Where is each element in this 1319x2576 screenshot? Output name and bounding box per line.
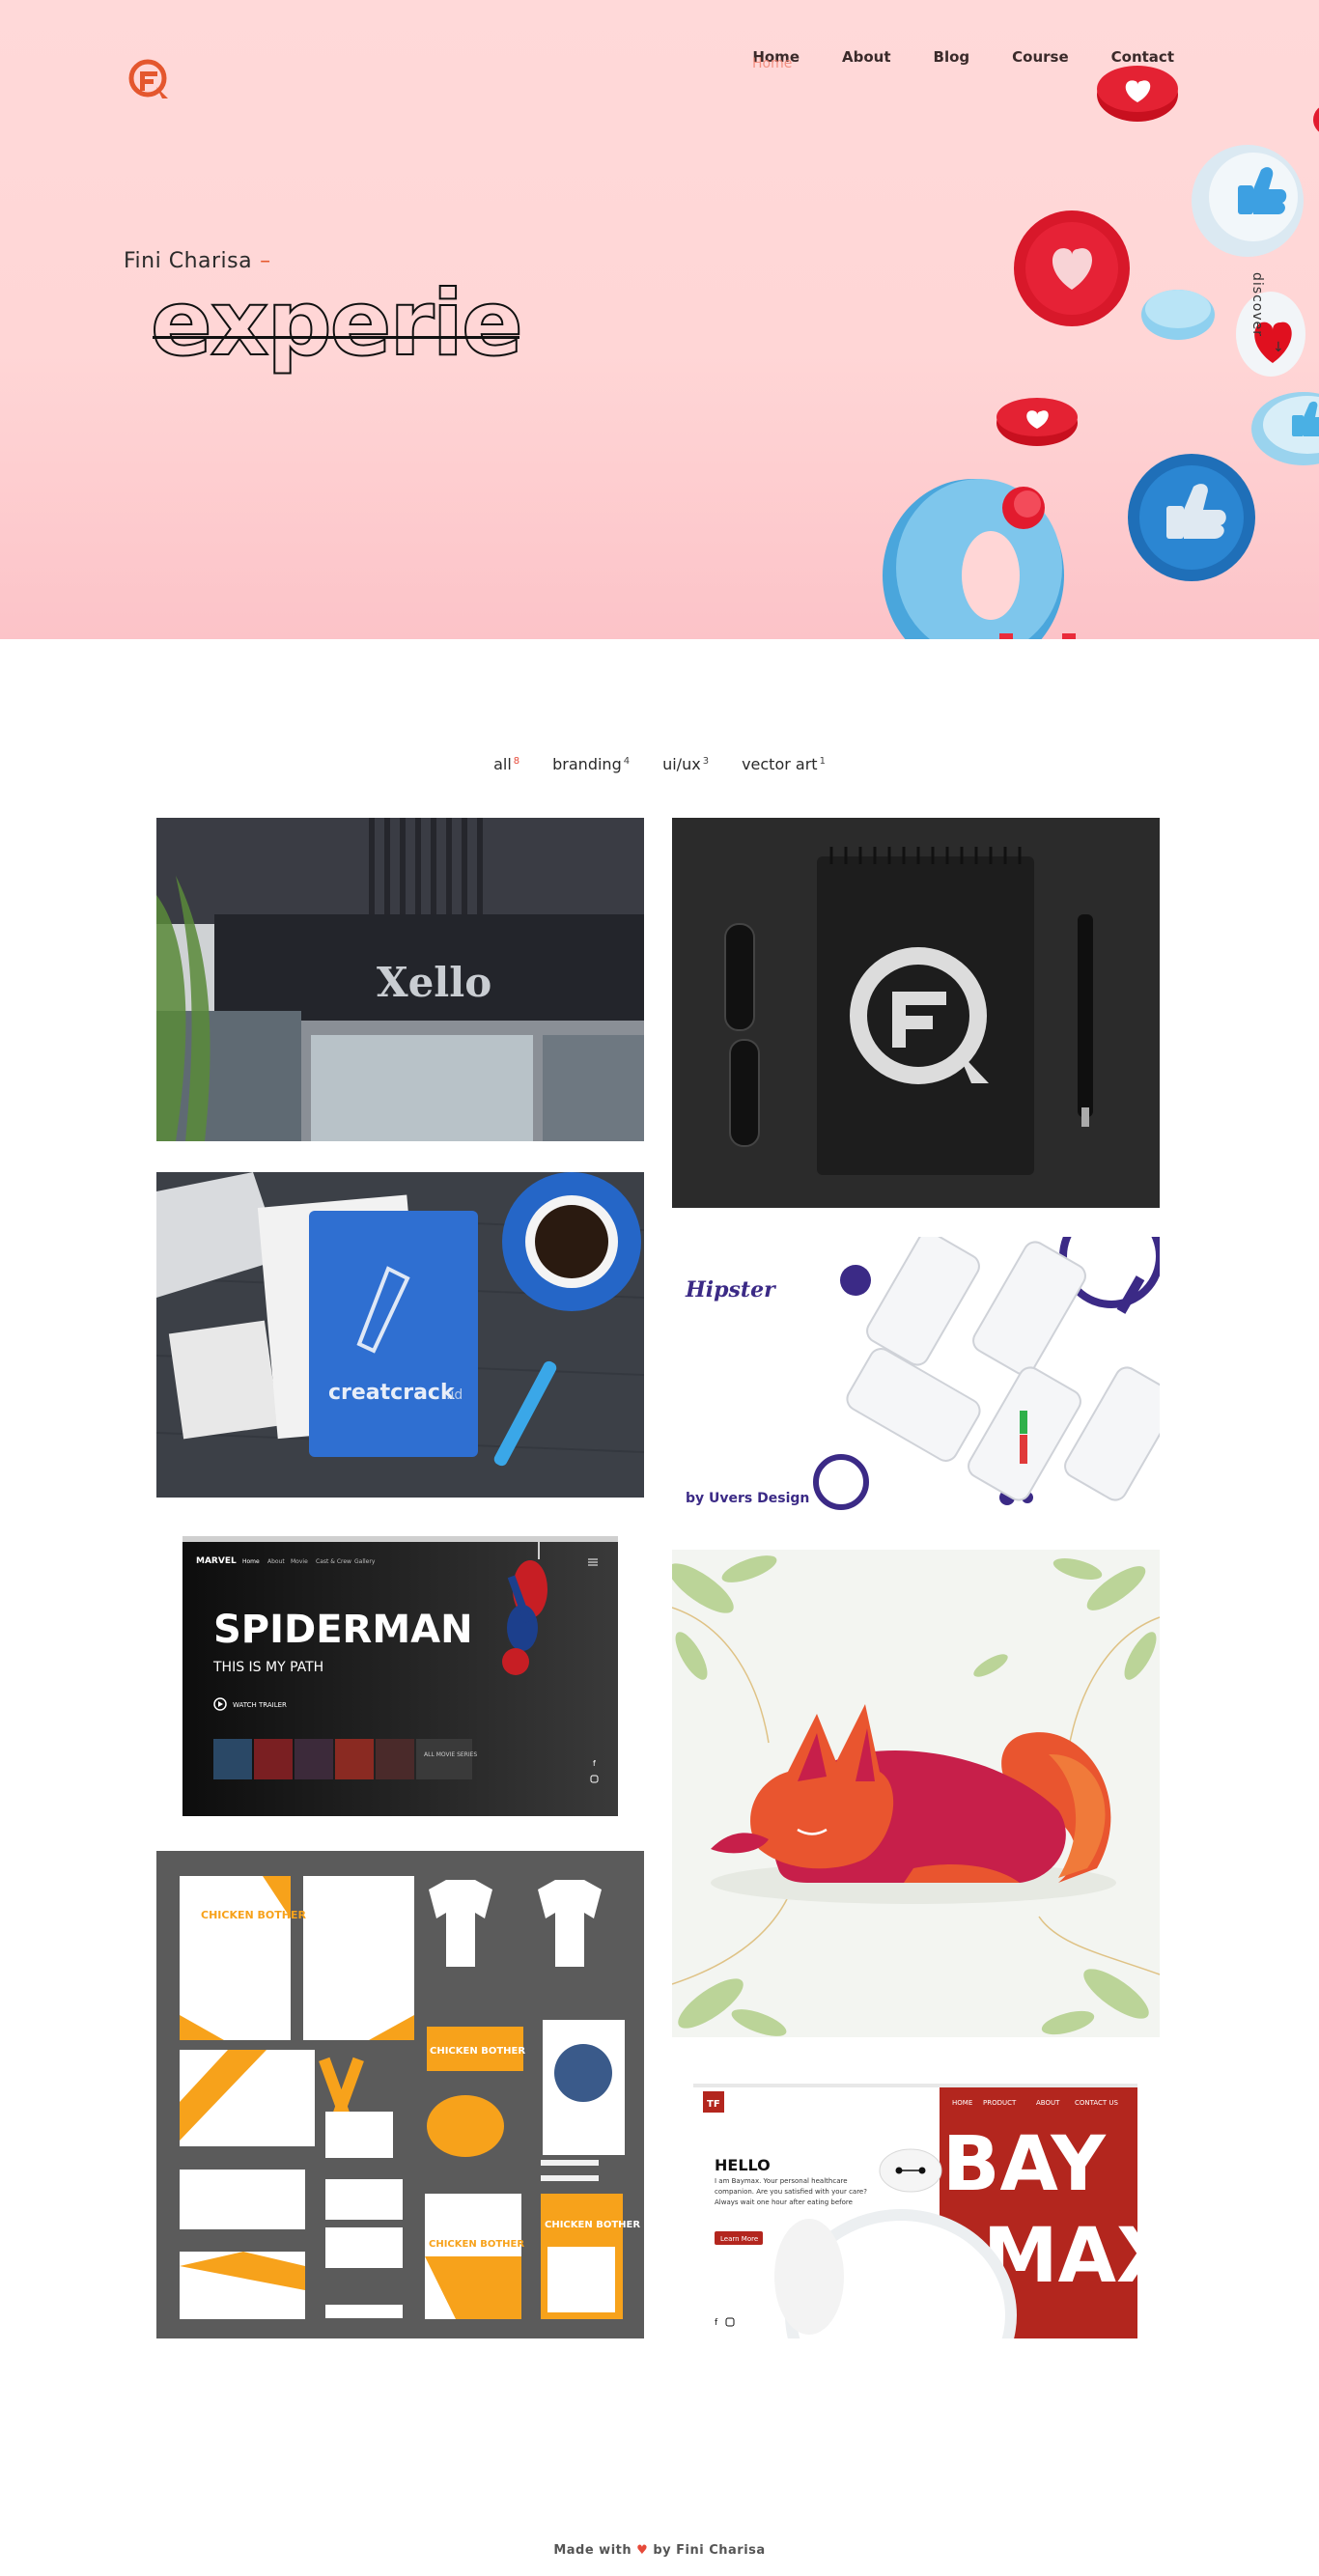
hero-word-strike [153,336,519,339]
chicken-brand-notebook: CHICKEN BOTHER [429,2239,524,2250]
filter-branding-label: branding [552,755,622,773]
nav-blog[interactable]: Blog [934,48,970,66]
footer-post: by Fini Charisa [653,2543,766,2558]
blue-notebook-image [309,1211,478,1457]
baymax-menu-item: HOME [952,2099,972,2107]
pen-image [1078,914,1093,1117]
baymax-menu-item: PRODUCT [983,2099,1017,2107]
xello-sign: Xello [377,959,491,1006]
portfolio-item-spiderman[interactable]: MARVEL Home About Movie Cast & Crew Gall… [182,1536,618,1816]
chicken-brand-poster: CHICKEN BOTHER [545,2220,640,2230]
filter-vector-art-count: 1 [819,755,826,767]
portfolio-item-baymax[interactable]: TF HOME PRODUCT ABOUT CONTACT US BAY MAX… [693,2084,1137,2338]
nav-contact[interactable]: Contact [1111,48,1174,66]
heart-icon: ♥ [636,2543,649,2558]
nav-course[interactable]: Course [1012,48,1069,66]
hipster-byline: by Uvers Design [686,1491,809,1506]
baymax-site-image: TF HOME PRODUCT ABOUT CONTACT US BAY MAX… [693,2084,1137,2338]
hero-name: Fini Charisa – [124,249,271,273]
chicken-bother-image: CHICKEN BOTHER CHICKEN BOTHER CHICKEN BO… [156,1851,644,2338]
filter-uiux-count: 3 [702,755,710,767]
spiderman-tagline: THIS IS MY PATH [212,1660,323,1675]
discover-link[interactable]: discover [1249,272,1265,337]
spiderman-menu-item: About [267,1558,285,1565]
portfolio-filters: all 8 branding 4 ui/ux 3 vector art 1 [0,755,1319,773]
nav-home-hover-ghost: Home [752,56,793,71]
portfolio-item-creatcrack[interactable]: creatcrack .id [156,1172,644,1498]
spiderman-menu-item: Cast & Crew [316,1558,351,1565]
hipster-ui-image: Hipster by Uvers Design [672,1237,1160,1521]
nav-about[interactable]: About [842,48,891,66]
portfolio-item-chicken-bother[interactable]: CHICKEN BOTHER CHICKEN BOTHER CHICKEN BO… [156,1851,644,2338]
filter-all-label: all [493,755,512,773]
filter-uiux[interactable]: ui/ux 3 [662,755,709,773]
filter-uiux-label: ui/ux [662,755,701,773]
thumbs-up-bubble-icon [1192,145,1304,257]
main-nav: Home About Blog Course Contact [752,48,1174,66]
spiderman-menu-item: Movie [291,1558,308,1565]
creatcrack-suffix: .id [446,1387,463,1403]
notebook-logo-image [672,818,1160,1208]
spiderman-menu-item: Home [242,1558,260,1565]
spiderman-brand: MARVEL [196,1556,237,1566]
fox-vector-image [672,1550,1160,2037]
footer: Made with ♥ by Fini Charisa [0,2543,1319,2558]
paper-image [168,1320,280,1440]
baymax-big-1: BAY [942,2121,1107,2208]
filter-vector-art-label: vector art [742,755,818,773]
spiderman-more: ALL MOVIE SERIES [424,1751,477,1758]
portfolio-item-xello[interactable]: Xello [156,818,644,1141]
baymax-intro: I am Baymax. Your personal healthcare co… [715,2177,867,2206]
baymax-menu-item: ABOUT [1036,2099,1060,2107]
heart-bubble-icon [996,398,1078,446]
thumbs-up-bubble-icon [1128,454,1255,581]
hero-section: Home About Blog Course Contact Home Fini… [0,0,1319,639]
hero-animated-word-text: experie [150,271,524,377]
heart-bubble-icon [1097,66,1178,122]
portfolio-item-fox[interactable] [672,1550,1160,2037]
spiderman-site-image: MARVEL Home About Movie Cast & Crew Gall… [182,1536,618,1816]
site-logo-icon[interactable] [127,58,172,102]
filter-all[interactable]: all 8 [493,755,519,773]
chicken-brand-letterhead: CHICKEN BOTHER [201,1909,306,1921]
hero-animated-word: experie [150,271,524,377]
creatcrack-image: creatcrack .id [156,1172,644,1498]
portfolio-item-hipster[interactable]: Hipster by Uvers Design [672,1237,1160,1521]
filter-branding[interactable]: branding 4 [552,755,630,773]
hipster-title: Hipster [685,1277,776,1302]
portfolio-item-notebook-logo[interactable] [672,818,1160,1208]
baymax-cta: Learn More [720,2235,758,2243]
filter-all-count: 8 [513,755,520,767]
thumbs-up-bubble-icon [1251,392,1319,465]
heart-bubble-icon [1236,292,1305,377]
facebook-icon: f [593,1759,596,1768]
filter-branding-count: 4 [623,755,631,767]
xello-storefront-image: Xello [156,818,644,1141]
creatcrack-brand: creatcrack [328,1381,456,1405]
baymax-menu-item: CONTACT US [1075,2099,1119,2107]
hero-name-dash: – [260,249,271,273]
baymax-hello: HELLO [715,2156,771,2174]
spiderman-headline: SPIDERMAN [213,1608,473,1652]
spiderman-menu-item: Gallery [354,1558,376,1565]
chicken-brand-banner: CHICKEN BOTHER [430,2046,525,2057]
comment-bubble-icon [883,479,1064,639]
cap-image [427,2095,504,2157]
discover-arrow-icon: ↓ [1273,340,1284,355]
filter-vector-art[interactable]: vector art 1 [742,755,826,773]
footer-pre: Made with [553,2543,632,2558]
svg-text:TF: TF [707,2099,720,2110]
heart-bubble-icon [1014,210,1130,326]
spiderman-cta: WATCH TRAILER [233,1701,287,1709]
hero-name-text: Fini Charisa [124,249,253,273]
